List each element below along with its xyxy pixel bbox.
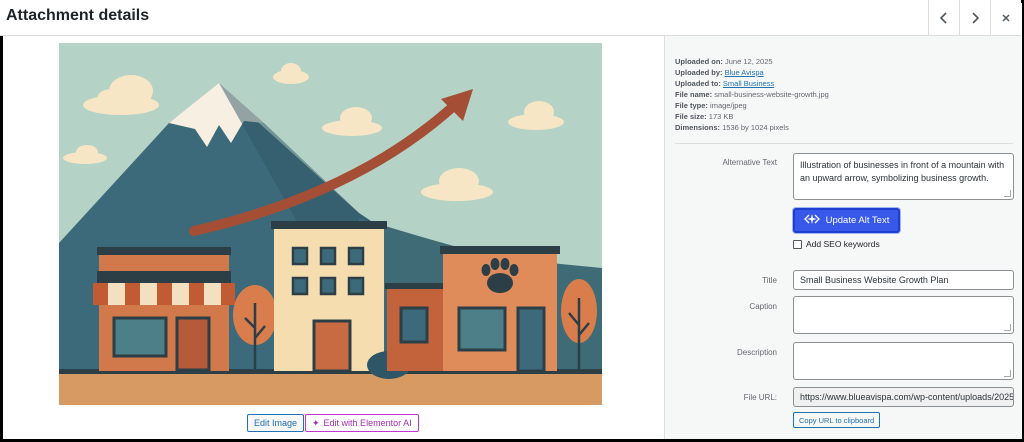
previous-button[interactable] xyxy=(928,0,959,35)
file-metadata: Uploaded on: June 12, 2025 Uploaded by: … xyxy=(675,57,829,132)
update-alt-text-button[interactable]: Update Alt Text xyxy=(793,208,900,233)
close-button[interactable] xyxy=(990,0,1021,35)
divider xyxy=(675,143,1013,144)
uploaded-on: June 12, 2025 xyxy=(725,57,773,66)
file-name: small-business-website-growth.jpg xyxy=(714,90,829,99)
title-label: Title xyxy=(762,276,777,285)
next-button[interactable] xyxy=(959,0,990,35)
media-preview-area: Edit Image ✦ Edit with Elementor AI xyxy=(3,36,664,439)
file-url-label: File URL: xyxy=(743,393,777,402)
chevron-left-icon xyxy=(939,11,949,24)
caption-field[interactable] xyxy=(793,296,1014,334)
file-url-field[interactable]: https://www.blueavispa.com/wp-content/up… xyxy=(793,387,1014,407)
file-size: 173 KB xyxy=(708,112,734,121)
uploaded-to-link[interactable]: Small Business xyxy=(723,79,774,88)
description-field[interactable] xyxy=(793,342,1014,380)
add-seo-keywords-option[interactable]: Add SEO keywords xyxy=(793,239,880,249)
dimensions: 1536 by 1024 pixels xyxy=(722,123,789,132)
caption-label: Caption xyxy=(749,302,777,311)
attachment-details-sidebar: Uploaded on: June 12, 2025 Uploaded by: … xyxy=(664,36,1021,439)
sparkle-icon: ✦ xyxy=(312,417,320,428)
edit-with-elementor-ai-button[interactable]: ✦ Edit with Elementor AI xyxy=(305,414,419,432)
alt-text-label: Alternative Text xyxy=(722,158,777,167)
chevron-right-icon xyxy=(970,11,980,24)
file-type: image/jpeg xyxy=(710,101,747,110)
description-label: Description xyxy=(736,348,777,357)
page-title: Attachment details xyxy=(6,7,150,24)
seo-keywords-checkbox[interactable] xyxy=(793,239,802,249)
modal-header: Attachment details xyxy=(0,0,1021,36)
alt-text-field[interactable]: Illustration of businesses in front of a… xyxy=(793,153,1014,200)
uploaded-by-link[interactable]: Blue Avispa xyxy=(725,68,764,77)
ai-code-icon xyxy=(803,213,826,228)
edit-image-button[interactable]: Edit Image xyxy=(247,414,305,432)
close-icon xyxy=(1001,13,1011,23)
copy-url-button[interactable]: Copy URL to clipboard xyxy=(793,412,881,428)
title-field[interactable]: Small Business Website Growth Plan xyxy=(793,270,1014,290)
attachment-image xyxy=(59,43,602,405)
